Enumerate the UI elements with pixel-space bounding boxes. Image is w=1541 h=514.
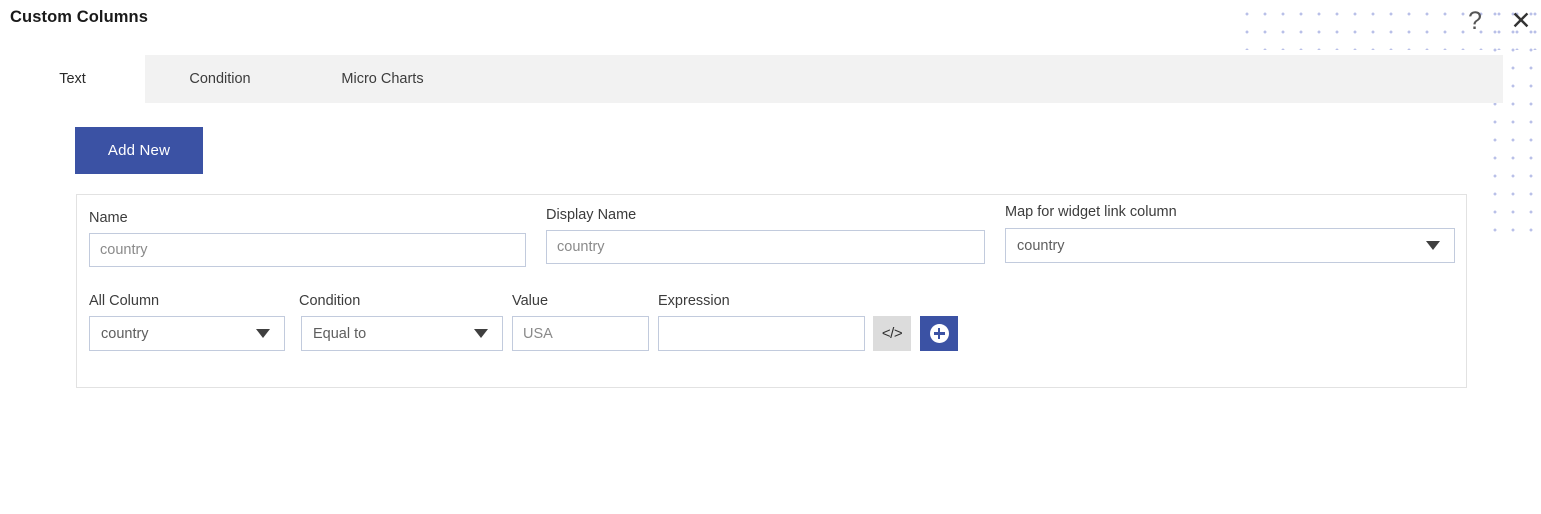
add-new-button[interactable]: Add New bbox=[75, 127, 203, 174]
map-widget-link-select[interactable]: country bbox=[1005, 228, 1455, 263]
tab-condition[interactable]: Condition bbox=[145, 55, 295, 103]
name-label: Name bbox=[89, 210, 128, 226]
chevron-down-icon bbox=[1426, 241, 1440, 250]
add-condition-button[interactable] bbox=[920, 316, 958, 351]
tab-bar: Text Condition Micro Charts bbox=[0, 55, 1503, 103]
code-icon[interactable]: </> bbox=[873, 316, 911, 351]
expression-input[interactable] bbox=[658, 316, 865, 351]
chevron-down-icon bbox=[474, 329, 488, 338]
value-label: Value bbox=[512, 293, 549, 309]
page-title: Custom Columns bbox=[10, 8, 148, 26]
close-icon[interactable]: ✕ bbox=[1507, 7, 1535, 35]
map-widget-link-value: country bbox=[1017, 237, 1065, 254]
expression-label: Expression bbox=[658, 293, 730, 309]
all-column-select[interactable]: country bbox=[89, 316, 285, 351]
map-widget-link-label: Map for widget link column bbox=[1005, 204, 1177, 220]
name-input[interactable] bbox=[89, 233, 526, 267]
tab-micro-charts[interactable]: Micro Charts bbox=[295, 55, 470, 103]
condition-label: Condition bbox=[299, 293, 361, 309]
all-column-value: country bbox=[101, 325, 149, 342]
help-icon[interactable]: ? bbox=[1461, 7, 1489, 35]
chevron-down-icon bbox=[256, 329, 270, 338]
display-name-input[interactable] bbox=[546, 230, 985, 264]
display-name-label: Display Name bbox=[546, 207, 637, 223]
plus-circle-icon bbox=[929, 324, 949, 343]
window-controls: ? ✕ bbox=[1461, 0, 1535, 42]
all-column-label: All Column bbox=[89, 293, 160, 309]
custom-column-form-panel: Name Display Name Map for widget link co… bbox=[76, 194, 1467, 388]
condition-value: Equal to bbox=[313, 325, 367, 342]
tab-list: Text Condition Micro Charts bbox=[0, 55, 470, 103]
tab-text[interactable]: Text bbox=[0, 55, 145, 103]
condition-select[interactable]: Equal to bbox=[301, 316, 503, 351]
value-input[interactable] bbox=[512, 316, 649, 351]
